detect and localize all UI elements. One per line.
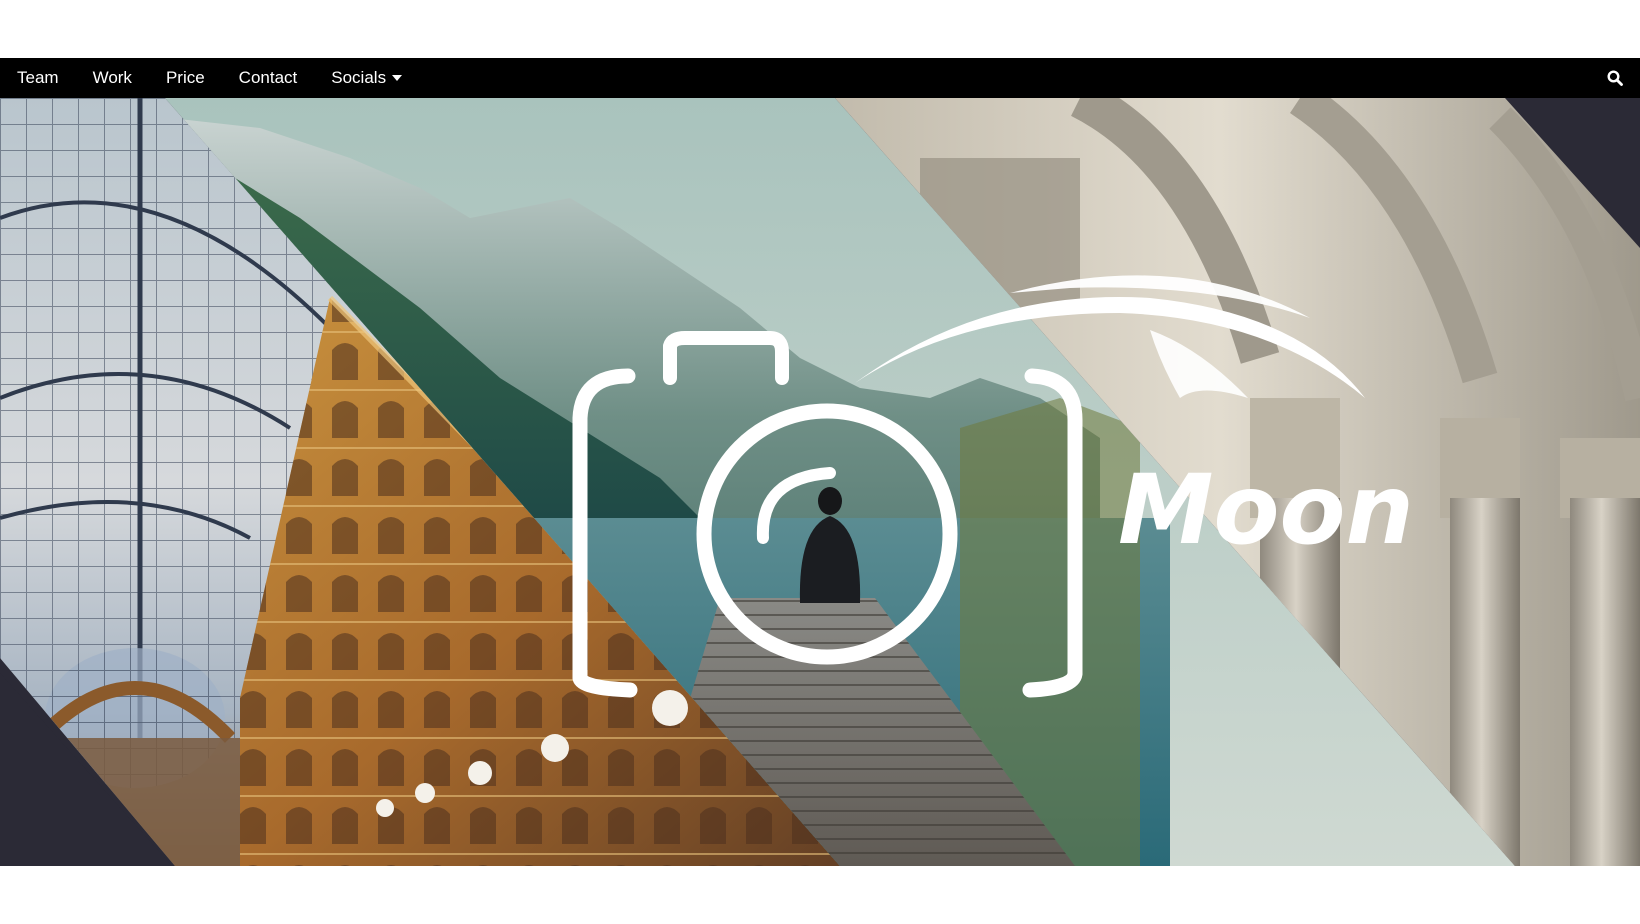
nav-item-socials-dropdown[interactable]: Socials	[314, 58, 419, 98]
nav-item-team[interactable]: Team	[0, 58, 76, 98]
search-icon	[1607, 70, 1623, 86]
nav-label: Socials	[331, 68, 387, 87]
nav-label: Team	[17, 68, 59, 87]
hero-banner: Moon	[0, 98, 1640, 866]
caret-down-icon	[392, 75, 403, 81]
nav-label: Work	[92, 68, 132, 87]
nav-item-work[interactable]: Work	[76, 58, 149, 98]
nav-item-price[interactable]: Price	[149, 58, 222, 98]
main-navbar: Team Work Price Contact Socials	[0, 58, 1640, 98]
nav-label: Contact	[238, 68, 298, 87]
brand-logo-text: Moon	[1118, 454, 1414, 566]
search-button[interactable]	[1600, 58, 1630, 98]
nav-item-contact[interactable]: Contact	[222, 58, 315, 98]
top-whitespace	[0, 0, 1640, 58]
nav-label: Price	[165, 68, 205, 87]
bottom-whitespace	[0, 866, 1640, 924]
hero-collage: Moon	[0, 98, 1640, 866]
